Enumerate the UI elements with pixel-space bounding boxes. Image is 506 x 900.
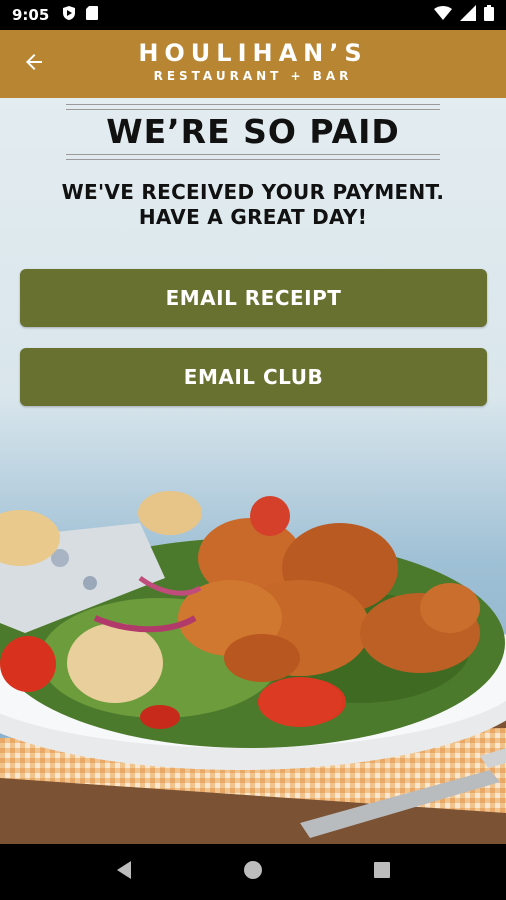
status-time: 9:05: [12, 6, 50, 24]
status-bar: 9:05: [0, 0, 506, 30]
confirmation-message: WE'VE RECEIVED YOUR PAYMENT. HAVE A GREA…: [61, 180, 445, 229]
brand-name: HOULIHAN’S: [138, 39, 368, 67]
sim-card-icon: [85, 5, 99, 26]
battery-icon: [484, 4, 494, 26]
shield-icon: [61, 5, 77, 26]
home-circle-icon: [243, 860, 263, 885]
recents-square-icon: [373, 861, 391, 884]
email-club-button[interactable]: EMAIL CLUB: [20, 348, 487, 406]
brand-logo: HOULIHAN’S RESTAURANT + BAR: [0, 38, 506, 84]
app-bar: HOULIHAN’S RESTAURANT + BAR: [0, 30, 506, 98]
nav-home-button[interactable]: [233, 852, 273, 892]
main-content: WE’RE SO PAID WE'VE RECEIVED YOUR PAYMEN…: [0, 98, 506, 844]
brand-subtitle: RESTAURANT + BAR: [153, 69, 353, 83]
nav-back-button[interactable]: [104, 852, 144, 892]
wifi-icon: [434, 5, 452, 25]
salad-photo: [0, 491, 506, 844]
system-nav-bar: [0, 844, 506, 900]
status-right: [434, 4, 494, 26]
title-block: WE’RE SO PAID: [66, 104, 440, 160]
signal-icon: [460, 4, 476, 26]
page-title: WE’RE SO PAID: [106, 112, 400, 151]
nav-recents-button[interactable]: [362, 852, 402, 892]
title-bottom-rule: [66, 154, 440, 160]
email-receipt-button[interactable]: EMAIL RECEIPT: [20, 269, 487, 327]
back-triangle-icon: [115, 860, 133, 885]
